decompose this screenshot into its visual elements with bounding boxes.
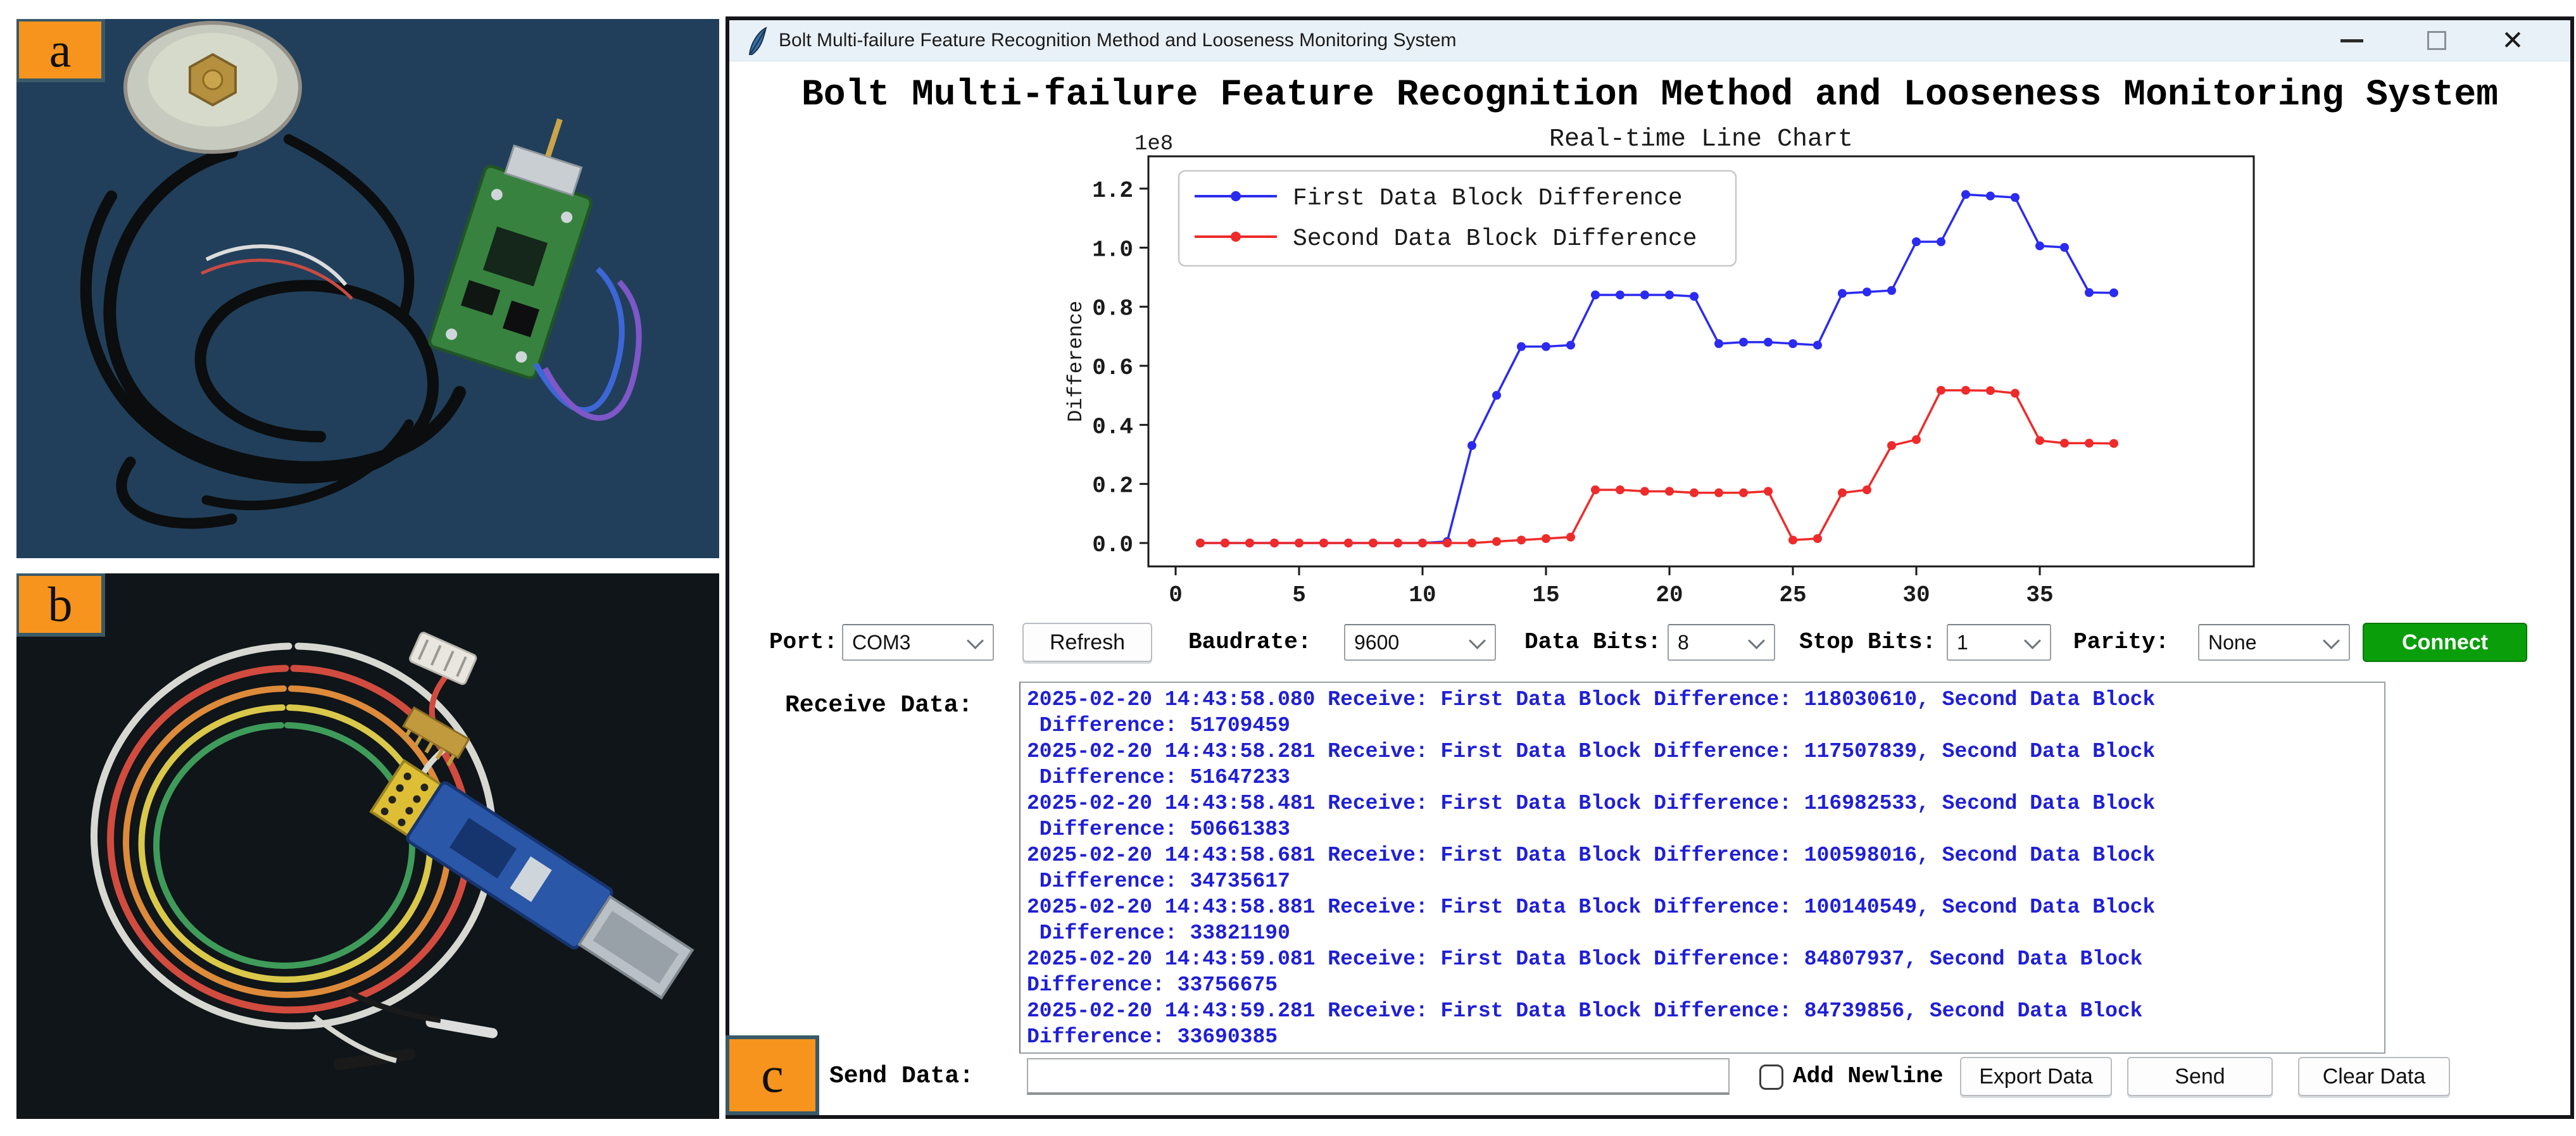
- app-window: Bolt Multi-failure Feature Recognition M…: [726, 16, 2574, 1119]
- parity-value: None: [2199, 631, 2325, 654]
- svg-text:10: 10: [1409, 582, 1436, 608]
- svg-text:1.0: 1.0: [1092, 237, 1133, 263]
- subfigure-label-b: b: [16, 573, 105, 637]
- receive-log-line: 2025-02-20 14:43:58.881 Receive: First D…: [1027, 894, 2384, 920]
- receive-log-line: 2025-02-20 14:43:58.281 Receive: First D…: [1027, 739, 2384, 765]
- svg-text:30: 30: [1902, 582, 1930, 608]
- minimize-icon: [2340, 39, 2363, 42]
- add-newline-label: Add Newline: [1793, 1057, 1944, 1096]
- port-label: Port:: [769, 623, 838, 662]
- photo-a-illustration: [16, 19, 719, 558]
- databits-label: Data Bits:: [1524, 623, 1661, 662]
- svg-text:0.0: 0.0: [1092, 532, 1133, 558]
- svg-text:0.4: 0.4: [1092, 414, 1133, 440]
- chevron-down-icon: [2024, 632, 2041, 649]
- parity-label: Parity:: [2073, 623, 2169, 662]
- svg-text:Second Data Block Difference: Second Data Block Difference: [1293, 225, 1697, 253]
- chevron-down-icon: [1748, 632, 1765, 649]
- chevron-down-icon: [967, 632, 984, 649]
- receive-log-line: 2025-02-20 14:43:58.481 Receive: First D…: [1027, 790, 2384, 816]
- receive-log-line: Difference: 34735617: [1027, 868, 2384, 894]
- receive-log-line: 2025-02-20 14:43:59.281 Receive: First D…: [1027, 998, 2384, 1024]
- add-newline-checkbox[interactable]: [1759, 1064, 1783, 1090]
- window-title: Bolt Multi-failure Feature Recognition M…: [779, 20, 1457, 61]
- send-data-label: Send Data:: [829, 1057, 974, 1096]
- chevron-down-icon: [2323, 632, 2340, 649]
- realtime-line-chart: Real-time Line Chart 1e8 Difference 0 5 10 15 2…: [1027, 120, 2287, 620]
- receive-log-line: Difference: 51709459: [1027, 713, 2384, 739]
- svg-text:0: 0: [1169, 582, 1183, 608]
- receive-log-line: Difference: 33690385: [1027, 1024, 2384, 1050]
- svg-text:0.2: 0.2: [1092, 473, 1133, 499]
- title-bar: Bolt Multi-failure Feature Recognition M…: [729, 20, 2570, 61]
- svg-text:5: 5: [1292, 582, 1306, 608]
- receive-log-line: Difference: 50661383: [1027, 816, 2384, 842]
- close-button[interactable]: ✕: [2491, 20, 2535, 61]
- receive-log-line: 2025-02-20 14:43:58.681 Receive: First D…: [1027, 842, 2384, 868]
- svg-text:First Data Block Difference: First Data Block Difference: [1293, 185, 1683, 212]
- receive-log-line: Difference: 51647233: [1027, 765, 2384, 790]
- subfigure-label-c: c: [726, 1035, 819, 1115]
- svg-text:Difference: Difference: [1064, 301, 1088, 422]
- send-data-input[interactable]: [1027, 1058, 1730, 1095]
- svg-text:0.6: 0.6: [1092, 355, 1133, 381]
- photo-a-sensor-hardware: a: [16, 19, 719, 558]
- export-data-button[interactable]: Export Data: [1960, 1057, 2112, 1096]
- svg-text:15: 15: [1532, 582, 1559, 608]
- stopbits-select[interactable]: 1: [1947, 624, 2051, 661]
- svg-text:20: 20: [1656, 582, 1683, 608]
- close-icon: ✕: [2501, 20, 2523, 61]
- subfigure-label-a: a: [16, 19, 105, 82]
- photo-b-illustration: [16, 573, 719, 1119]
- receive-data-textarea[interactable]: 2025-02-20 14:43:58.080 Receive: First D…: [1019, 682, 2385, 1054]
- send-button[interactable]: Send: [2127, 1057, 2273, 1096]
- chevron-down-icon: [1469, 632, 1486, 649]
- svg-text:1.2: 1.2: [1092, 178, 1133, 204]
- clear-data-button[interactable]: Clear Data: [2298, 1057, 2450, 1096]
- svg-text:Real-time Line Chart: Real-time Line Chart: [1549, 125, 1853, 154]
- databits-select[interactable]: 8: [1668, 624, 1775, 661]
- baudrate-value: 9600: [1345, 631, 1471, 654]
- receive-log-line: Difference: 33821190: [1027, 920, 2384, 946]
- stopbits-value: 1: [1948, 631, 2026, 654]
- figure-canvas: a: [0, 0, 2576, 1136]
- svg-text:1e8: 1e8: [1134, 132, 1173, 156]
- stopbits-label: Stop Bits:: [1799, 623, 1936, 662]
- maximize-button[interactable]: [2415, 20, 2459, 61]
- databits-value: 8: [1669, 631, 1750, 654]
- connect-button[interactable]: Connect: [2363, 623, 2527, 662]
- svg-text:25: 25: [1779, 582, 1806, 608]
- receive-log-line: 2025-02-20 14:43:59.081 Receive: First D…: [1027, 946, 2384, 972]
- refresh-button[interactable]: Refresh: [1022, 623, 1152, 662]
- svg-text:0.8: 0.8: [1092, 296, 1133, 322]
- photo-b-usb-adapter-wires: b: [16, 573, 719, 1119]
- bolt-sensor-illustration: [125, 23, 300, 152]
- maximize-icon: [2427, 31, 2446, 50]
- receive-log-line: 2025-02-20 14:43:58.080 Receive: First D…: [1027, 687, 2384, 713]
- svg-text:35: 35: [2026, 582, 2053, 608]
- baudrate-label: Baudrate:: [1188, 623, 1311, 662]
- port-value: COM3: [843, 631, 969, 654]
- receive-log-line: Difference: 33756675: [1027, 972, 2384, 998]
- baudrate-select[interactable]: 9600: [1344, 624, 1496, 661]
- parity-select[interactable]: None: [2198, 624, 2350, 661]
- app-feather-icon: [745, 27, 769, 56]
- minimize-button[interactable]: [2330, 20, 2374, 61]
- receive-data-label: Receive Data:: [785, 686, 972, 725]
- page-title: Bolt Multi-failure Feature Recognition M…: [729, 75, 2570, 116]
- port-select[interactable]: COM3: [842, 624, 994, 661]
